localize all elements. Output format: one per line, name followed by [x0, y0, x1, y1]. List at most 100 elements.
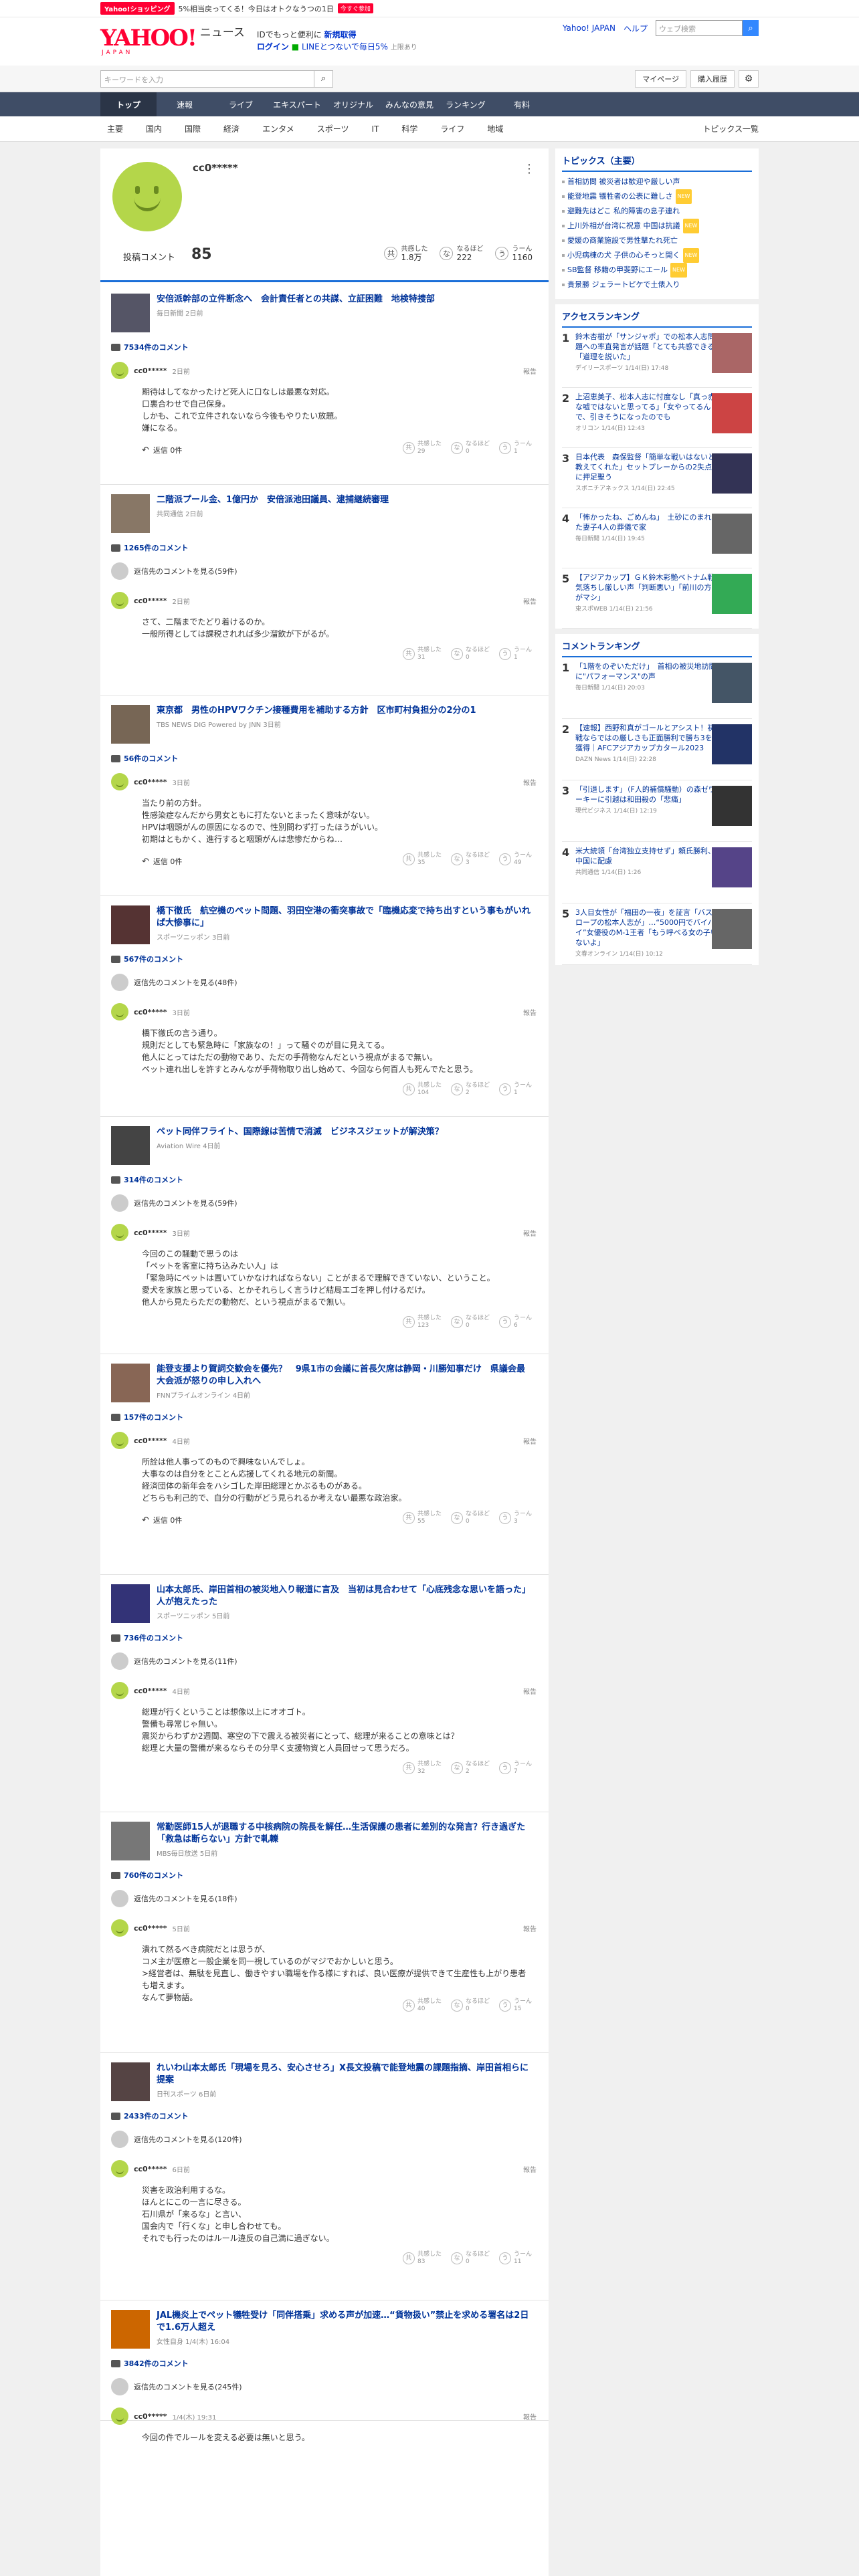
article-title[interactable]: れいわ山本太郎氏「現場を見ろ、安心させろ」X長文投稿で能登地震の課題指摘、岸田首…	[157, 2062, 531, 2086]
doubt-button[interactable]: ううーん 15	[499, 1998, 538, 2013]
article-link[interactable]: 常勤医師15人が退職する中核病院の院長を解任…生活保護の患者に差別的な発言？行き…	[111, 1822, 531, 1860]
show-parent-label[interactable]: 返信先のコメントを見る(48件)	[134, 977, 237, 988]
comment-count-text[interactable]: 157件のコメント	[124, 1412, 183, 1422]
insight-button[interactable]: ななるほど 2	[451, 1082, 490, 1097]
comment-count-text[interactable]: 314件のコメント	[124, 1174, 183, 1185]
show-parent-label[interactable]: 返信先のコメントを見る(11件)	[134, 1656, 237, 1667]
insight-button[interactable]: ななるほど 0	[451, 647, 490, 661]
comment-count-link[interactable]: 760件のコメント	[111, 1870, 183, 1881]
ranking-item[interactable]: 4 「怖かったね、ごめんね」 土砂にのまれた妻子4人の葬儀で家 毎日新聞 1/14(…	[562, 508, 752, 568]
doubt-button[interactable]: ううーん 1	[499, 1082, 538, 1097]
insight-button[interactable]: ななるほど 0	[451, 1511, 490, 1525]
report-link[interactable]: 報告	[523, 1923, 537, 1933]
article-title[interactable]: 東京都 男性のHPVワクチン接種費用を補助する方針 区市町村負担分の2分の1	[157, 705, 531, 717]
show-parent-comment[interactable]: 返信先のコメントを見る(48件)	[111, 974, 237, 991]
doubt-button[interactable]: ううーん 3	[499, 1511, 538, 1525]
empathy-button[interactable]: 共共感した 35	[403, 852, 442, 867]
show-parent-comment[interactable]: 返信先のコメントを見る(18件)	[111, 1890, 237, 1907]
article-title[interactable]: 能登支援より賀詞交歓会を優先？ 9県1市の会議に首長欠席は静岡・川勝知事だけ 県…	[157, 1364, 531, 1388]
ranking-item[interactable]: 2 【速報】西野和真がゴールとアシスト！初戦ならではの厳しさも正面勝利で勝ち3を獲…	[562, 719, 752, 780]
topic-item[interactable]: 小児病棟の犬 子供の心そっと開く NEW	[562, 248, 752, 263]
comment-count-link[interactable]: 3842件のコメント	[111, 2358, 189, 2369]
doubt-button[interactable]: ううーん 49	[499, 852, 538, 867]
rank-title[interactable]: 【速報】西野和真がゴールとアシスト！初戦ならではの厳しさも正面勝利で勝ち3を獲得…	[575, 723, 719, 753]
comment-count-text[interactable]: 2433件のコメント	[124, 2111, 189, 2121]
insight-button[interactable]: ななるほど 0	[451, 1315, 490, 1329]
doubt-button[interactable]: ううーん 1	[499, 441, 538, 455]
show-parent-label[interactable]: 返信先のコメントを見る(18件)	[134, 1893, 237, 1904]
doubt-button[interactable]: ううーん 11	[499, 2251, 538, 2266]
topic-text[interactable]: 能登地震 犠牲者の公表に難しさ	[567, 189, 673, 204]
reply-count[interactable]: 返信 0件	[153, 445, 183, 455]
insight-button[interactable]: ななるほど 2	[451, 1761, 490, 1776]
line-link[interactable]: LINEとつないで毎日5%	[302, 42, 388, 51]
cat-main[interactable]: 主要	[107, 123, 123, 134]
show-parent-comment[interactable]: 返信先のコメントを見る(11件)	[111, 1652, 237, 1670]
more-menu-icon[interactable]: ⋮	[523, 162, 535, 176]
yahoo-japan-link[interactable]: Yahoo! JAPAN	[563, 23, 615, 33]
ranking-item[interactable]: 3 「引退します」（F人的補償騒動）の森ゼワーキーに引越は和田殺の「悲痛」 現代ビジ…	[562, 780, 752, 842]
gnav-breaking[interactable]: 速報	[157, 92, 213, 116]
gnav-original[interactable]: オリジナル	[325, 92, 381, 116]
cat-world[interactable]: 国際	[185, 123, 201, 134]
cat-economy[interactable]: 経済	[223, 123, 240, 134]
empathy-button[interactable]: 共共感した 83	[403, 2251, 442, 2266]
ranking-item[interactable]: 5 【アジアカップ】ＧＫ鈴木彩艶ベトナム戦気落ちし厳しい声「判断悪い」「前川の方が…	[562, 568, 752, 629]
purchase-history-button[interactable]: 購入履歴	[690, 70, 735, 88]
report-link[interactable]: 報告	[523, 2411, 537, 2422]
topics-list-link[interactable]: トピックス一覧	[702, 123, 759, 134]
show-parent-label[interactable]: 返信先のコメントを見る(59件)	[134, 1198, 237, 1208]
show-parent-label[interactable]: 返信先のコメントを見る(59件)	[134, 566, 237, 576]
article-link[interactable]: れいわ山本太郎氏「現場を見ろ、安心させろ」X長文投稿で能登地震の課題指摘、岸田首…	[111, 2062, 531, 2101]
comment-count-text[interactable]: 7534件のコメント	[124, 342, 189, 352]
gnav-expert[interactable]: エキスパート	[269, 92, 325, 116]
ranking-item[interactable]: 1 鈴木杏樹が「サンジャポ」での松本人志問題への率直発言が話題「とても共感できる」…	[562, 328, 752, 388]
promo-text[interactable]: 5%相当戻ってくる！今日はオトクなうつの1日	[179, 3, 334, 14]
comment-count-link[interactable]: 157件のコメント	[111, 1412, 183, 1422]
comment-count-link[interactable]: 314件のコメント	[111, 1174, 183, 1185]
cat-it[interactable]: IT	[371, 124, 379, 134]
article-link[interactable]: 安倍派幹部の立件断念へ 会計責任者との共謀、立証困難 地検特捜部 毎日新聞 2日前	[111, 294, 531, 332]
article-link[interactable]: 橋下徹氏 航空機のペット問題、羽田空港の衝突事故で「臨機応変で持ち出すという事も…	[111, 905, 531, 944]
gnav-paid[interactable]: 有料	[494, 92, 550, 116]
comment-count-link[interactable]: 56件のコメント	[111, 753, 178, 764]
cat-life[interactable]: ライフ	[440, 123, 464, 134]
reply-button[interactable]: ↶ 返信 0件	[142, 1515, 182, 1525]
rank-title[interactable]: 【アジアカップ】ＧＫ鈴木彩艶ベトナム戦気落ちし厳しい声「判断悪い」「前川の方がマ…	[575, 572, 719, 603]
show-parent-comment[interactable]: 返信先のコメントを見る(120件)	[111, 2131, 242, 2148]
topic-text[interactable]: 首相訪問 被災者は歓迎や厳しい声	[567, 175, 680, 189]
promo-tag[interactable]: 今すぐ参加	[337, 3, 373, 13]
article-title[interactable]: 橋下徹氏 航空機のペット問題、羽田空港の衝突事故で「臨機応変で持ち出すという事も…	[157, 905, 531, 930]
comment-author[interactable]: cc0*****	[134, 1924, 167, 1933]
login-link[interactable]: ログイン	[257, 42, 289, 51]
article-link[interactable]: 能登支援より賀詞交歓会を優先？ 9県1市の会議に首長欠席は静岡・川勝知事だけ 県…	[111, 1364, 531, 1402]
comment-author[interactable]: cc0*****	[134, 1228, 167, 1237]
comment-count-link[interactable]: 736件のコメント	[111, 1632, 183, 1643]
report-link[interactable]: 報告	[523, 1007, 537, 1017]
help-link[interactable]: ヘルプ	[624, 23, 648, 34]
rank-title[interactable]: 米大統領「台湾独立支持せず」頼氏勝利、中国に配慮	[575, 846, 719, 866]
report-link[interactable]: 報告	[523, 1436, 537, 1446]
keyword-search-button[interactable]: ⌕	[314, 70, 333, 88]
rank-title[interactable]: 日本代表 森保監督「簡単な戦いはないと教えてくれた」セットプレーからの2失点に押…	[575, 452, 719, 482]
show-parent-comment[interactable]: 返信先のコメントを見る(59件)	[111, 1194, 237, 1212]
report-link[interactable]: 報告	[523, 777, 537, 787]
comment-author[interactable]: cc0*****	[134, 597, 167, 605]
comment-author[interactable]: cc0*****	[134, 1687, 167, 1695]
comment-count-text[interactable]: 760件のコメント	[124, 1870, 183, 1881]
report-link[interactable]: 報告	[523, 1228, 537, 1238]
comment-count-text[interactable]: 3842件のコメント	[124, 2358, 189, 2369]
report-link[interactable]: 報告	[523, 1686, 537, 1696]
empathy-button[interactable]: 共共感した 104	[403, 1082, 442, 1097]
ranking-item[interactable]: 5 3人目女性が「福田の一夜」を証言「バスロープの松本人志が」…“5000円でバイ…	[562, 903, 752, 965]
insight-button[interactable]: ななるほど 0	[451, 1998, 490, 2013]
empathy-button[interactable]: 共共感した 32	[403, 1761, 442, 1776]
comment-count-text[interactable]: 567件のコメント	[124, 954, 183, 964]
topic-item[interactable]: 貴景勝 ジェラートピケで土俵入り	[562, 278, 752, 292]
topic-text[interactable]: 貴景勝 ジェラートピケで土俵入り	[567, 278, 680, 292]
topic-text[interactable]: 愛媛の商業施設で男性撃たれ死亡	[567, 233, 678, 248]
rank-title[interactable]: 「1階をのぞいただけ」 首相の被災地訪問に"パフォーマンス"の声	[575, 661, 719, 681]
cat-entertainment[interactable]: エンタメ	[262, 123, 294, 134]
mypage-button[interactable]: マイページ	[635, 70, 686, 88]
shopping-badge[interactable]: Yahoo!ショッピング	[100, 2, 175, 15]
